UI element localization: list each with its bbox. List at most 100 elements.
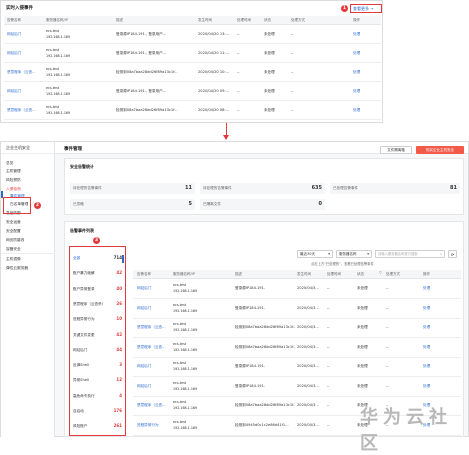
- search-icon[interactable]: ⌕: [440, 251, 442, 258]
- sidebar-item[interactable]: 容器安全: [6, 247, 21, 252]
- view-more-link[interactable]: 查看更多 →: [353, 6, 374, 12]
- stat-value: 635: [311, 185, 322, 191]
- handle-link[interactable]: 处理: [353, 89, 360, 94]
- alarm-name-link[interactable]: 网站后门: [137, 306, 171, 311]
- category-item[interactable]: 恶意程序（云查杀） 26: [72, 301, 123, 309]
- category-item[interactable]: 异常Shell 12: [72, 377, 123, 385]
- sidebar-item[interactable]: 主机管理: [6, 169, 21, 174]
- category-item[interactable]: 进程异常行为 10: [72, 316, 123, 324]
- host-ip: 192.168.1.169: [46, 111, 71, 115]
- sidebar-item[interactable]: 弹性云服务器: [6, 266, 28, 271]
- sidebar-item[interactable]: 网页防篡改: [6, 238, 24, 243]
- category-item[interactable]: 自启动 176: [72, 408, 123, 416]
- host-ip: 192.168.1.169: [173, 386, 198, 391]
- alarm-name-link[interactable]: 恶意程序（云查...: [7, 70, 43, 75]
- handle-link[interactable]: 处理: [353, 51, 360, 56]
- category-item[interactable]: 高危命令执行 4: [72, 393, 123, 401]
- host-name: ecs-test: [46, 86, 60, 90]
- stat-label: 已隔离文件: [203, 202, 221, 206]
- alarm-name-link[interactable]: 网站后门: [137, 384, 171, 389]
- host-name: ecs-test: [173, 419, 187, 424]
- stat-ignored[interactable]: 已忽略 5: [70, 199, 195, 210]
- description-suffix: , 登录用户...: [146, 89, 167, 93]
- alarm-name-link[interactable]: 恶意程序（云查...: [137, 325, 171, 330]
- quarantine-button[interactable]: 文件隔离箱: [380, 146, 412, 154]
- category-item[interactable]: 全部 714: [72, 255, 123, 263]
- category-count: 26: [116, 300, 122, 306]
- handle-link[interactable]: 处理: [423, 345, 430, 350]
- category-item[interactable]: 风险账户 261: [72, 423, 123, 431]
- status: 未处理: [357, 305, 368, 310]
- status: 未处理: [264, 51, 275, 55]
- category-label: 网站后门: [73, 347, 88, 352]
- sidebar-item[interactable]: 风险预防: [6, 178, 21, 183]
- category-count: 261: [113, 423, 122, 429]
- alarm-name-link[interactable]: 网站后门: [7, 32, 43, 37]
- status: 未处理: [264, 70, 275, 74]
- description-suffix: , 登录用户...: [146, 51, 167, 55]
- sidebar-item[interactable]: 安全配置: [6, 229, 21, 234]
- category-item[interactable]: 账户暴力破解 42: [72, 270, 123, 278]
- category-item[interactable]: 网站后门 44: [72, 347, 123, 355]
- server-field-select[interactable]: 服务器名称 ▾: [336, 250, 372, 258]
- column-header: 处理方式: [291, 18, 305, 22]
- category-count: 176: [113, 408, 122, 413]
- alarm-name-link[interactable]: 网站后门: [7, 89, 43, 94]
- handle-method: --: [291, 32, 294, 36]
- description-text: 检测到4945d0c1c2e86d41f1...: [235, 422, 289, 427]
- filter-icon[interactable]: ▽: [379, 271, 382, 275]
- alarm-name-link[interactable]: 进程异常行为: [137, 423, 171, 428]
- host-name: ecs-test: [173, 302, 187, 307]
- time-range-select[interactable]: 最近30天 ▾: [297, 250, 333, 258]
- alarm-name-link[interactable]: 网站后门: [7, 51, 43, 56]
- column-header: 处理时间: [327, 272, 341, 276]
- alarm-name-link[interactable]: 恶意程序（云查...: [7, 108, 43, 113]
- host-name: ecs-test: [173, 361, 187, 365]
- buy-button[interactable]: 购买企业主机安全: [416, 146, 464, 154]
- search-input[interactable]: 请输入服务器名称进行搜索 ⌕: [375, 250, 445, 258]
- handle-link[interactable]: 处理: [423, 325, 430, 330]
- category-item[interactable]: 关键文件变更 42: [72, 332, 123, 340]
- handle-time: --: [327, 344, 330, 349]
- stat-quarantined[interactable]: 已隔离文件 0: [200, 199, 325, 210]
- sidebar-item[interactable]: 总览: [6, 161, 13, 166]
- handle-link[interactable]: 处理: [423, 364, 430, 369]
- category-count: 42: [116, 331, 122, 337]
- handle-link[interactable]: 处理: [353, 108, 360, 113]
- handle-method: --: [291, 70, 294, 74]
- alarm-name-link[interactable]: 恶意程序（云查...: [137, 345, 171, 350]
- host-ip: 192.168.1.169: [173, 367, 198, 371]
- description: 检测到08a7baa28dd26f89a13c1f...: [235, 325, 295, 330]
- category-count: 12: [116, 377, 122, 383]
- time-range-value: 最近30天: [300, 252, 315, 256]
- alarm-name-link[interactable]: 网站后门: [137, 286, 171, 291]
- description: 检测到08a7baa28dd26f89a13c1f...: [116, 70, 194, 75]
- handle-link[interactable]: 处理: [423, 384, 430, 389]
- sidebar-item[interactable]: 安全运营: [6, 220, 21, 225]
- event-time: 2020/04/3...: [297, 305, 319, 310]
- column-header: 状态: [264, 18, 271, 22]
- row-divider: [4, 119, 381, 120]
- handle-link[interactable]: 处理: [353, 70, 360, 75]
- description-text: 登录源IP: [235, 305, 250, 310]
- handle-link[interactable]: 处理: [423, 306, 430, 311]
- stat-handled[interactable]: 已处理告警事件 81: [330, 183, 460, 194]
- category-label: 恶意程序（云查杀）: [73, 301, 106, 306]
- refresh-icon[interactable]: ⟳: [448, 250, 457, 258]
- handle-link[interactable]: 处理: [423, 286, 430, 291]
- sidebar-item[interactable]: 主机镜像: [6, 257, 21, 262]
- status: 未处理: [264, 108, 275, 112]
- category-item[interactable]: 账户异常登录 40: [72, 286, 123, 294]
- alarm-name-link[interactable]: 恶意程序（云查...: [137, 403, 171, 408]
- sidebar-item[interactable]: 入侵检测: [6, 187, 21, 192]
- host-name: ecs-test: [46, 67, 60, 71]
- row-divider: [133, 376, 461, 377]
- stat-pending[interactable]: 待处理的告警事件 11: [70, 183, 195, 194]
- host-name: ecs-test: [173, 322, 187, 326]
- handle-link[interactable]: 处理: [353, 32, 360, 37]
- stat-pending-total[interactable]: 待处理的告警事件 635: [200, 183, 325, 194]
- alarm-name-link[interactable]: 网站后门: [137, 364, 171, 369]
- category-item[interactable]: 反弹Shell 3: [72, 362, 123, 370]
- status: 未处理: [264, 89, 275, 93]
- description: 登录源IP184.191.: [235, 306, 295, 311]
